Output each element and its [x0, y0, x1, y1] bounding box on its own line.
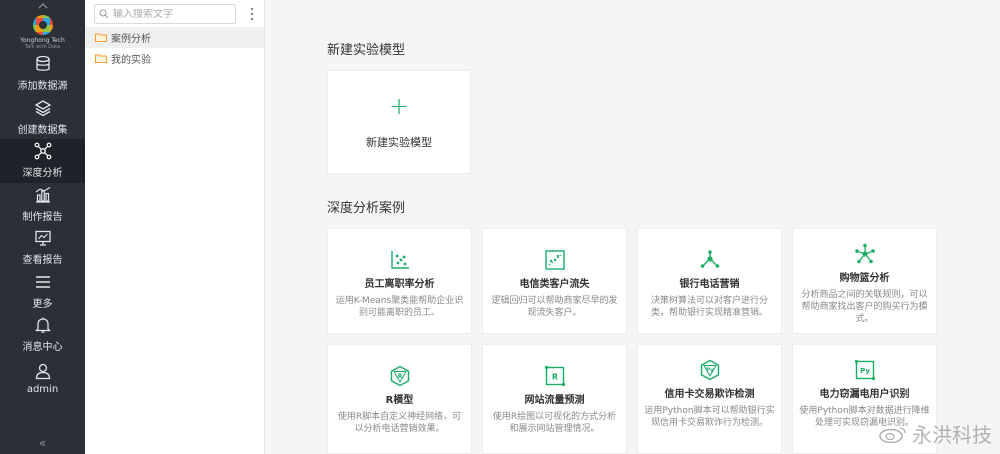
case-title: 信用卡交易欺诈检测 [664, 389, 755, 400]
case-title: 电力窃漏电用户识别 [819, 389, 910, 400]
chevron-up-icon[interactable] [0, 0, 85, 12]
search-input[interactable] [113, 8, 233, 20]
nav-item-create-dataset[interactable]: 创建数据集 [0, 96, 85, 140]
trend-icon [544, 250, 565, 270]
case-title: 电信类客户流失 [519, 279, 590, 290]
plus-icon: + [388, 92, 410, 120]
nav-item-view-report[interactable]: 查看报告 [0, 226, 85, 270]
brand-tagline: Talk with Data [24, 43, 61, 50]
main-content: 新建实验模型 + 新建实验模型 深度分析案例 员工离职率分析 运用K-Means… [265, 0, 1000, 454]
tree-item-case-analysis[interactable]: 案例分析 [85, 27, 264, 48]
svg-text:Py: Py [860, 367, 870, 375]
brand-logo-icon [32, 14, 53, 35]
collapse-nav-icon[interactable]: « [0, 436, 85, 450]
nav-item-more[interactable]: 更多 [0, 270, 85, 314]
tree-item-label: 我的实验 [111, 55, 151, 66]
case-title: 银行电话营销 [679, 279, 740, 290]
case-card-market-basket[interactable]: 购物篮分析 分析商品之间的关联规则，可以帮助商家找出客户的购买行为模式。 [792, 228, 937, 334]
nav-item-label: 消息中心 [22, 342, 63, 354]
new-model-section-title: 新建实验模型 [327, 43, 406, 58]
py-square-icon: Py [854, 359, 875, 381]
search-icon [99, 9, 109, 19]
case-card-telecom-churn[interactable]: 电信类客户流失 逻辑回归可以帮助商家尽早的发现流失客户。 [482, 228, 627, 334]
database-icon [35, 56, 50, 72]
monitor-icon [34, 231, 51, 246]
user-icon [35, 363, 50, 379]
nav-item-label: 创建数据集 [17, 124, 68, 136]
tree-item-label: 案例分析 [111, 34, 151, 45]
case-desc: 运用Python脚本可以帮助银行实现信用卡交易欺诈行为检测。 [644, 406, 775, 428]
nav-item-admin[interactable]: admin [0, 357, 85, 401]
r-hex-icon: R [390, 365, 409, 387]
nav-item-label: 深度分析 [22, 168, 63, 180]
case-desc: 决策树算法可以对客户进行分类，帮助银行实现精准营销。 [650, 296, 768, 318]
brand-logo-block[interactable]: Yonghong Tech Talk with Data [0, 12, 85, 52]
case-title: 员工离职率分析 [364, 279, 435, 290]
tree-icon [700, 250, 719, 268]
case-desc: 使用R绘图以可视化的方式分析和展示网站管理情况。 [492, 412, 617, 434]
folder-tree-panel: 案例分析 我的实验 [85, 0, 265, 454]
case-card-employee-attrition[interactable]: 员工离职率分析 运用K-Means聚类能帮助企业识别可能离职的员工。 [327, 228, 472, 334]
nav-item-deep-analysis[interactable]: 深度分析 [0, 139, 85, 183]
py-hex-icon: Py [700, 359, 719, 381]
more-options-icon[interactable] [246, 6, 258, 22]
case-card-credit-card-fraud[interactable]: Py 信用卡交易欺诈检测 运用Python脚本可以帮助银行实现信用卡交易欺诈行为… [637, 344, 782, 454]
folder-icon [95, 33, 107, 42]
brand-name: Yonghong Tech [20, 36, 65, 44]
nav-item-label: admin [26, 383, 59, 395]
case-card-bank-telemarketing[interactable]: 银行电话营销 决策树算法可以对客户进行分类，帮助银行实现精准营销。 [637, 228, 782, 334]
watermark: 永洪科技 [878, 419, 992, 448]
bell-icon [34, 317, 51, 333]
case-card-r-model[interactable]: R R模型 使用R脚本自定义神经网络，可以分析电话营销效果。 [327, 344, 472, 454]
nav-item-message-center[interactable]: 消息中心 [0, 313, 85, 357]
case-card-web-traffic-forecast[interactable]: R 网站流量预测 使用R绘图以可视化的方式分析和展示网站管理情况。 [482, 344, 627, 454]
nav-item-label: 添加数据源 [17, 81, 68, 93]
scatter-icon [390, 251, 409, 269]
case-desc: 使用R脚本自定义神经网络，可以分析电话营销效果。 [337, 412, 462, 434]
nav-item-label: 查看报告 [22, 255, 63, 267]
layers-icon [34, 100, 51, 116]
case-title: 购物篮分析 [839, 273, 890, 284]
folder-icon [95, 54, 107, 63]
bar-chart-icon [35, 186, 50, 203]
search-row [85, 1, 264, 27]
network-icon [34, 142, 51, 160]
nav-item-label: 制作报告 [22, 211, 63, 223]
menu-icon [35, 276, 50, 288]
new-experiment-model-card[interactable]: + 新建实验模型 [327, 70, 471, 174]
svg-text:R: R [397, 373, 402, 380]
weibo-logo-icon [879, 426, 906, 443]
case-desc: 逻辑回归可以帮助商家尽早的发现流失客户。 [491, 296, 618, 318]
tree-item-my-experiments[interactable]: 我的实验 [85, 48, 264, 69]
case-title: R模型 [385, 395, 414, 406]
case-desc: 分析商品之间的关联规则，可以帮助商家找出客户的购买行为模式。 [801, 290, 928, 324]
search-box[interactable] [94, 4, 236, 24]
nav-item-label: 更多 [32, 298, 53, 310]
left-nav: Yonghong Tech Talk with Data 添加数据源 创建数据集… [0, 0, 85, 454]
star-network-icon [854, 243, 875, 264]
case-desc: 运用K-Means聚类能帮助企业识别可能离职的员工。 [335, 296, 464, 318]
cases-section-title: 深度分析案例 [327, 201, 406, 216]
nav-item-add-datasource[interactable]: 添加数据源 [0, 52, 85, 96]
r-square-icon: R [544, 365, 565, 387]
new-card-label: 新建实验模型 [366, 136, 432, 149]
case-title: 网站流量预测 [524, 395, 585, 406]
svg-text:Py: Py [706, 368, 714, 374]
svg-text:R: R [551, 373, 557, 382]
nav-item-make-report[interactable]: 制作报告 [0, 183, 85, 227]
watermark-text: 永洪科技 [912, 423, 992, 447]
